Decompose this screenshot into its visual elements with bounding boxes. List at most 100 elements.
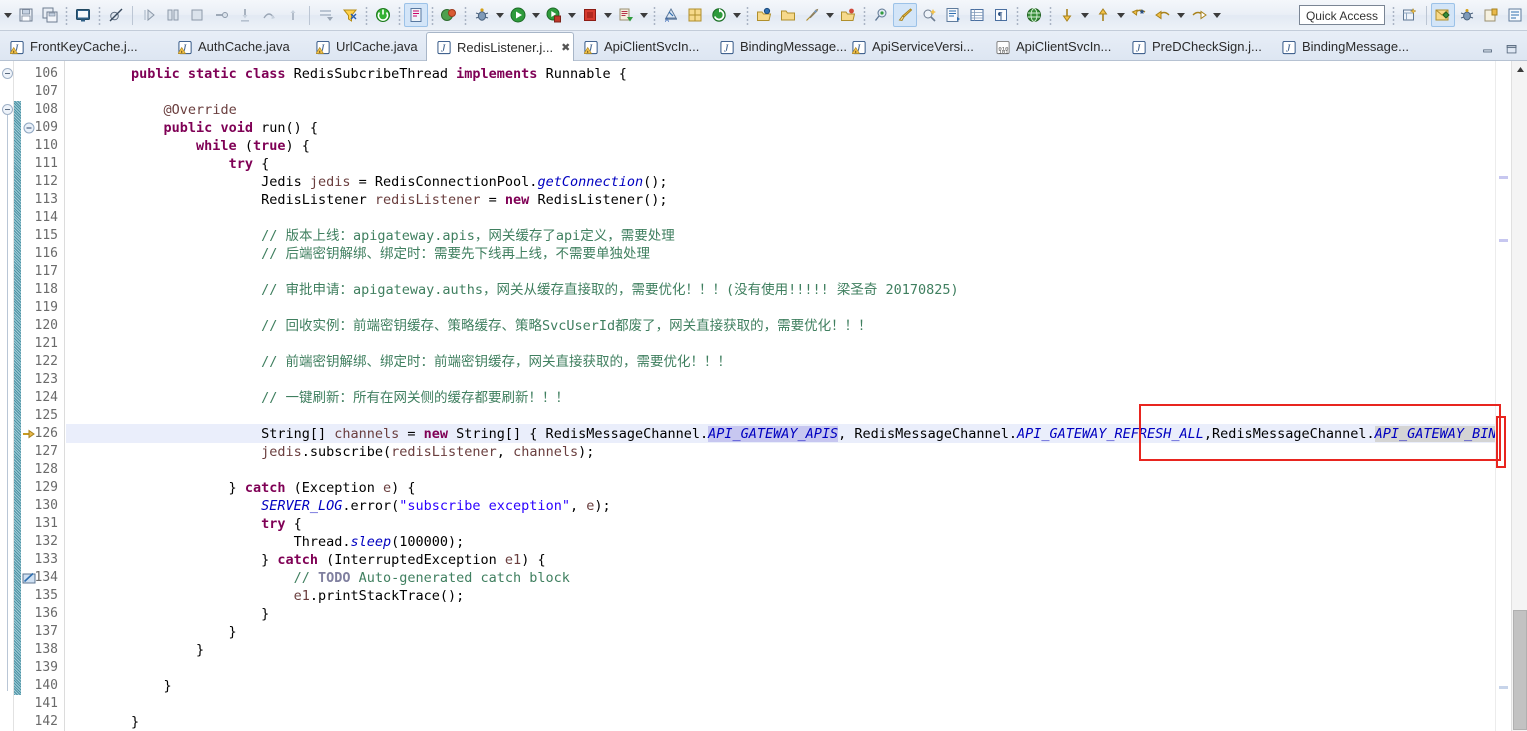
code-line[interactable]: SERVER_LOG.error("subscribe exception", …: [66, 497, 611, 515]
code-line[interactable]: }: [66, 713, 139, 731]
terminate-icon[interactable]: [185, 3, 209, 27]
code-line[interactable]: public void run() {: [66, 119, 318, 137]
code-line[interactable]: }: [66, 641, 204, 659]
paragraph-icon[interactable]: ¶: [989, 3, 1013, 27]
new-perspective-icon[interactable]: [1398, 3, 1422, 27]
code-line[interactable]: Thread.sleep(100000);: [66, 533, 465, 551]
dropdown-arrow-icon[interactable]: [638, 3, 650, 27]
code-line[interactable]: }: [66, 605, 269, 623]
save-all-icon[interactable]: [38, 3, 62, 27]
toolbar-drag-handle[interactable]: [653, 5, 656, 25]
code-line[interactable]: } catch (Exception e) {: [66, 479, 416, 497]
next-annotation-icon[interactable]: [1055, 3, 1079, 27]
code-line[interactable]: // 一键刷新：所有在网关侧的缓存都要刷新！！！: [66, 389, 569, 407]
toolbar-drag-handle[interactable]: [464, 5, 467, 25]
ant-build-icon[interactable]: A: [659, 3, 683, 27]
quick-access-input[interactable]: Quick Access: [1298, 5, 1385, 25]
dropdown-arrow-icon[interactable]: [566, 3, 578, 27]
refresh-icon[interactable]: [707, 3, 731, 27]
editor-tab-5[interactable]: J BindingMessage...: [710, 33, 847, 60]
pin-icon[interactable]: [869, 3, 893, 27]
toolbar-drag-handle[interactable]: [431, 5, 434, 25]
code-line[interactable]: }: [66, 677, 172, 695]
suspend-icon[interactable]: [161, 3, 185, 27]
code-line[interactable]: while (true) {: [66, 137, 310, 155]
step-filters-icon[interactable]: [338, 3, 362, 27]
editor-tab-6[interactable]: J ApiServiceVersi...: [842, 33, 986, 60]
browser-icon[interactable]: [1022, 3, 1046, 27]
code-line[interactable]: // 审批申请：apigateway.auths，网关从缓存直接取的，需要优化！…: [66, 281, 959, 299]
toolbar-drag-handle[interactable]: [1016, 5, 1019, 25]
external-tools-icon[interactable]: [614, 3, 638, 27]
rocket-icon[interactable]: [800, 3, 824, 27]
run-icon[interactable]: [506, 3, 530, 27]
dropdown-arrow-icon[interactable]: [1115, 3, 1127, 27]
line-number-gutter[interactable]: 106 107 108 109 110 111 112 113 114 115 116 117 118 1…: [21, 61, 65, 731]
coverage-icon[interactable]: [404, 3, 428, 27]
last-edit-icon[interactable]: [1127, 3, 1151, 27]
code-line[interactable]: try {: [66, 515, 302, 533]
open-type-icon[interactable]: [752, 3, 776, 27]
dropdown-arrow-icon[interactable]: [602, 3, 614, 27]
toolbar-drag-handle[interactable]: [1392, 5, 1395, 25]
vertical-scrollbar[interactable]: [1511, 61, 1527, 731]
code-line[interactable]: // 版本上线：apigateway.apis，网关缓存了api定义，需要处理: [66, 227, 675, 245]
forward-icon[interactable]: [1187, 3, 1211, 27]
toolbar-drag-handle[interactable]: [365, 5, 368, 25]
editor-tab-8[interactable]: J PreDCheckSign.j...: [1122, 33, 1272, 60]
dropdown-arrow-icon[interactable]: [824, 3, 836, 27]
code-line[interactable]: } catch (InterruptedException e1) {: [66, 551, 546, 569]
back-icon[interactable]: [1151, 3, 1175, 27]
team-sync-perspective-icon[interactable]: [1503, 3, 1527, 27]
dropdown-arrow-icon[interactable]: [2, 3, 14, 27]
overview-annotation-column[interactable]: [1495, 61, 1511, 731]
step-into-icon[interactable]: [233, 3, 257, 27]
code-line[interactable]: Jedis jedis = RedisConnectionPool.getCon…: [66, 173, 667, 191]
dropdown-arrow-icon[interactable]: [1175, 3, 1187, 27]
skip-breakpoints-icon[interactable]: [104, 3, 128, 27]
code-line[interactable]: // 回收实例：前端密钥缓存、策略缓存、策略SvcUserId都废了，网关直接获…: [66, 317, 872, 335]
open-task-icon[interactable]: [941, 3, 965, 27]
toolbar-drag-handle[interactable]: [1049, 5, 1052, 25]
toolbar-drag-handle[interactable]: [863, 5, 866, 25]
code-line[interactable]: e1.printStackTrace();: [66, 587, 465, 605]
close-icon[interactable]: ✖: [561, 41, 570, 54]
code-line[interactable]: RedisListener redisListener = new RedisL…: [66, 191, 667, 209]
table-icon[interactable]: [965, 3, 989, 27]
save-icon[interactable]: [14, 3, 38, 27]
overview-marker[interactable]: [1499, 239, 1508, 242]
console-icon[interactable]: [71, 3, 95, 27]
stop-icon[interactable]: [578, 3, 602, 27]
deploy-icon[interactable]: [836, 3, 860, 27]
previous-annotation-icon[interactable]: [1091, 3, 1115, 27]
editor-tab-2[interactable]: J UrlCache.java: [306, 33, 426, 60]
editor-tab-9[interactable]: J BindingMessage...: [1272, 33, 1420, 60]
code-line[interactable]: String[] channels = new String[] { Redis…: [66, 425, 1495, 443]
step-over-icon[interactable]: [257, 3, 281, 27]
editor-tab-0[interactable]: J FrontKeyCache.j...: [0, 33, 168, 60]
dropdown-arrow-icon[interactable]: [1079, 3, 1091, 27]
todo-task-icon[interactable]: [21, 570, 37, 586]
brush-icon[interactable]: [893, 3, 917, 27]
folding-column[interactable]: [0, 61, 14, 731]
overview-marker[interactable]: [1499, 686, 1508, 689]
code-line[interactable]: }: [66, 623, 237, 641]
overview-marker[interactable]: [1499, 176, 1508, 179]
dropdown-arrow-icon[interactable]: [1211, 3, 1223, 27]
debug-bug-icon[interactable]: [470, 3, 494, 27]
collapse-marker-icon[interactable]: [21, 120, 37, 136]
fold-toggle-icon[interactable]: [2, 68, 13, 79]
editor-tab-3[interactable]: J RedisListener.j... ✖: [426, 32, 574, 61]
run-coverage-icon[interactable]: [542, 3, 566, 27]
scroll-up-arrow-icon[interactable]: [1512, 61, 1527, 77]
code-line[interactable]: // 后端密钥解绑、绑定时：需要先下线再上线，不需要单独处理: [66, 245, 650, 263]
tomcat-icon[interactable]: [437, 3, 461, 27]
code-line[interactable]: try {: [66, 155, 270, 173]
folding-arrow-icon[interactable]: [21, 426, 37, 442]
code-editor[interactable]: 106 107 108 109 110 111 112 113 114 115 116 117 118 1…: [0, 61, 1527, 731]
code-line[interactable]: public static class RedisSubcribeThread …: [66, 65, 627, 83]
dropdown-arrow-icon[interactable]: [530, 3, 542, 27]
disconnect-icon[interactable]: [209, 3, 233, 27]
dropdown-arrow-icon[interactable]: [731, 3, 743, 27]
resume-icon[interactable]: [137, 3, 161, 27]
